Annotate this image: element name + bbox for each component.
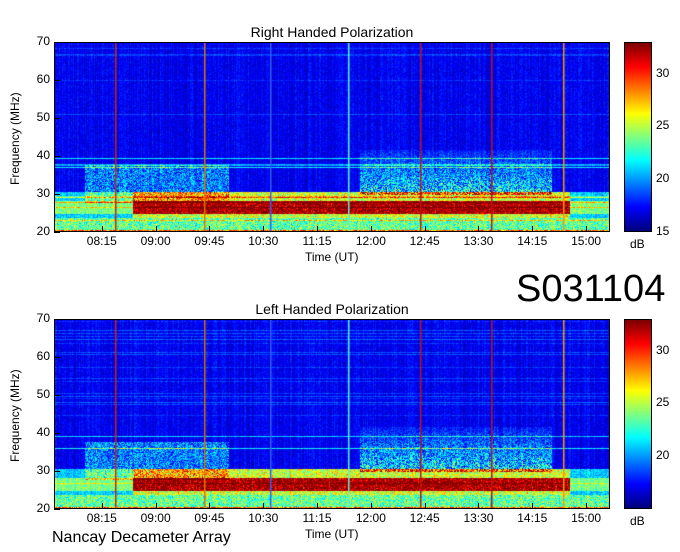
x-tick-label: 10:30: [248, 511, 279, 525]
x-tick-label: 09:45: [194, 234, 225, 248]
x-tick-label: 11:15: [302, 511, 332, 525]
x-tick-mark: [370, 503, 372, 509]
y-tick-label: 40: [36, 148, 50, 162]
x-tick-mark: [478, 226, 480, 232]
x-tick-label: 12:00: [355, 511, 386, 525]
x-tick-mark: [101, 226, 103, 232]
y-tick-mark: [54, 42, 60, 43]
x-tick-label: 08:15: [86, 234, 117, 248]
x-tick-label: 12:00: [355, 234, 386, 248]
bottom-spectrogram-canvas: [55, 320, 609, 508]
top-x-axis-label: Time (UT): [305, 250, 359, 264]
y-tick-label: 70: [36, 311, 50, 325]
y-tick-label: 70: [36, 34, 50, 48]
top-panel-title: Right Handed Polarization: [250, 24, 414, 40]
x-tick-mark: [155, 226, 157, 232]
x-tick-label: 14:15: [517, 511, 548, 525]
y-tick-mark: [54, 509, 60, 510]
x-tick-mark: [532, 503, 534, 509]
x-tick-mark: [155, 503, 157, 509]
y-tick-mark: [54, 232, 60, 233]
x-tick-label: 09:45: [194, 511, 225, 525]
x-tick-label: 09:00: [140, 234, 171, 248]
top-y-axis-label: Frequency (MHz): [8, 92, 22, 185]
x-tick-mark: [263, 226, 265, 232]
bottom-x-axis-label: Time (UT): [305, 527, 359, 541]
x-tick-mark: [370, 226, 372, 232]
bottom-colorbar-gradient: [625, 320, 651, 508]
top-colorbar: [624, 42, 652, 232]
y-tick-label: 50: [36, 110, 50, 124]
y-tick-label: 60: [36, 72, 50, 86]
top-spectrogram-canvas: [55, 43, 609, 231]
instrument-credit: Nancay Decameter Array: [52, 529, 231, 546]
x-tick-mark: [101, 503, 103, 509]
x-tick-mark: [317, 503, 319, 509]
colorbar-tick-label: 30: [656, 65, 670, 80]
x-tick-label: 11:15: [302, 234, 332, 248]
y-tick-label: 20: [36, 224, 50, 238]
y-tick-mark: [54, 194, 60, 195]
colorbar-tick-label: 20: [656, 448, 670, 463]
x-tick-label: 13:30: [463, 234, 494, 248]
top-colorbar-gradient: [625, 43, 651, 231]
x-tick-mark: [424, 226, 426, 232]
y-tick-mark: [54, 471, 60, 472]
y-tick-label: 20: [36, 501, 50, 515]
x-tick-label: 12:45: [409, 234, 440, 248]
x-tick-mark: [209, 503, 211, 509]
colorbar-tick-label: 25: [656, 395, 670, 410]
x-tick-label: 09:00: [140, 511, 171, 525]
y-tick-label: 50: [36, 387, 50, 401]
y-tick-mark: [54, 357, 60, 358]
x-tick-label: 10:30: [248, 234, 279, 248]
x-tick-label: 15:00: [571, 511, 602, 525]
bottom-spectrogram: [54, 319, 610, 509]
y-tick-label: 60: [36, 349, 50, 363]
colorbar-tick-label: 30: [656, 342, 670, 357]
x-tick-label: 13:30: [463, 511, 494, 525]
y-tick-label: 30: [36, 186, 50, 200]
y-tick-mark: [54, 395, 60, 396]
x-tick-mark: [209, 226, 211, 232]
y-tick-mark: [54, 433, 60, 434]
x-tick-mark: [263, 503, 265, 509]
bottom-panel-title: Left Handed Polarization: [255, 301, 409, 317]
y-tick-mark: [54, 118, 60, 119]
colorbar-tick-label: 25: [656, 118, 670, 133]
x-tick-label: 15:00: [571, 234, 602, 248]
y-tick-label: 40: [36, 425, 50, 439]
x-tick-label: 08:15: [86, 511, 117, 525]
x-tick-mark: [586, 503, 588, 509]
x-tick-mark: [317, 226, 319, 232]
y-tick-mark: [54, 319, 60, 320]
x-tick-mark: [478, 503, 480, 509]
top-colorbar-unit: dB: [630, 237, 645, 251]
colorbar-tick-label: 15: [656, 224, 670, 238]
x-tick-label: 14:15: [517, 234, 548, 248]
y-tick-mark: [54, 80, 60, 81]
y-tick-mark: [54, 156, 60, 157]
bottom-colorbar-unit: dB: [630, 514, 645, 528]
x-tick-mark: [532, 226, 534, 232]
x-tick-label: 12:45: [409, 511, 440, 525]
top-spectrogram: [54, 42, 610, 232]
colorbar-tick-label: 20: [656, 171, 670, 186]
x-tick-mark: [424, 503, 426, 509]
bottom-y-axis-label: Frequency (MHz): [8, 369, 22, 462]
y-tick-label: 30: [36, 463, 50, 477]
x-tick-mark: [586, 226, 588, 232]
bottom-colorbar: [624, 319, 652, 509]
